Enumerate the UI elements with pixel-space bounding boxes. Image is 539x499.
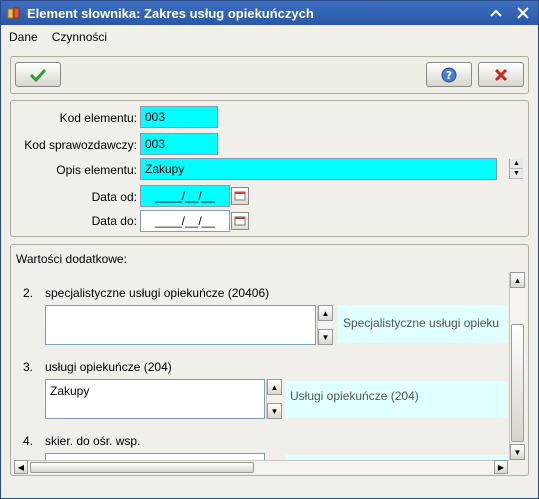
extra-item-value-input[interactable] — [45, 305, 316, 345]
extra-item-description: Specjalistyczne usługi opieku — [338, 305, 508, 343]
scroll-down-icon[interactable]: ▼ — [510, 444, 525, 460]
checkmark-icon — [29, 68, 47, 82]
help-icon: ? — [441, 67, 457, 82]
kod-elementu-label: Kod elementu: — [59, 111, 137, 125]
help-button[interactable]: ? — [426, 62, 472, 87]
scrollbar-thumb[interactable] — [511, 324, 524, 442]
title-bar[interactable]: Element słownika: Zakres usług opiekuńcz… — [1, 1, 538, 25]
save-button[interactable] — [15, 62, 61, 87]
calendar-icon — [234, 191, 246, 201]
extra-item-number: 4. — [23, 434, 34, 448]
extra-item-value-input[interactable]: Zakupy — [45, 379, 265, 419]
panel-vertical-scrollbar[interactable]: ▲ ▼ — [509, 272, 525, 460]
opis-elementu-input[interactable]: Zakupy — [140, 158, 497, 180]
menu-bar: Dane Czynności — [1, 26, 538, 48]
scroll-up-icon[interactable]: ▲ — [510, 272, 525, 288]
form-panel: Kod elementu: 003 Kod sprawozdawczy: 003… — [10, 100, 529, 237]
svg-text:?: ? — [446, 69, 452, 82]
kod-sprawozdawczy-label: Kod sprawozdawczy: — [24, 138, 137, 152]
window-title: Element słownika: Zakres usług opiekuńcz… — [27, 5, 314, 21]
app-icon — [7, 7, 20, 19]
collapse-button[interactable] — [484, 3, 508, 23]
spin-down-icon[interactable]: ▼ — [510, 169, 523, 179]
extra-item-number: 2. — [23, 286, 34, 300]
data-do-label: Data do: — [91, 214, 137, 228]
extra-values-panel: Wartości dodatkowe: 2. specjalistyczne u… — [10, 244, 529, 476]
extra-item-label: usługi opiekuńcze (204) — [45, 360, 172, 374]
scroll-up-icon[interactable]: ▲ — [267, 379, 282, 395]
menu-dane[interactable]: Dane — [1, 30, 44, 44]
scroll-right-icon[interactable]: ▶ — [494, 460, 508, 474]
data-do-input[interactable]: ____/__/__ — [140, 210, 230, 232]
scroll-down-icon[interactable]: ▼ — [318, 329, 333, 345]
kod-sprawozdawczy-input[interactable]: 003 — [140, 133, 218, 155]
data-od-input[interactable]: ____/__/__ — [140, 185, 230, 207]
extra-item-description: Usługi opiekuńcze (204) — [285, 381, 508, 418]
close-icon — [517, 7, 529, 19]
data-od-calendar-button[interactable] — [231, 187, 249, 205]
scroll-left-icon[interactable]: ◀ — [14, 460, 28, 474]
scrollbar-thumb[interactable] — [30, 462, 254, 473]
dialog-window: Element słownika: Zakres usług opiekuńcz… — [0, 0, 539, 499]
toolbar: ? — [10, 56, 529, 94]
cancel-button[interactable] — [478, 62, 524, 87]
cancel-x-icon — [494, 68, 508, 81]
extra-item-label: specjalistyczne usługi opiekuńcze (20406… — [45, 286, 270, 300]
scroll-up-icon[interactable]: ▲ — [318, 305, 333, 321]
data-od-label: Data od: — [91, 190, 137, 204]
extra-item-scrollbar[interactable]: ▲ ▼ — [317, 305, 333, 345]
data-do-calendar-button[interactable] — [231, 212, 249, 230]
opis-spinner[interactable]: ▲ ▼ — [509, 159, 523, 179]
close-window-button[interactable] — [511, 3, 535, 23]
menu-czynnosci[interactable]: Czynności — [44, 30, 113, 44]
extra-item-number: 3. — [23, 360, 34, 374]
opis-elementu-label: Opis elementu: — [56, 163, 137, 177]
scroll-down-icon[interactable]: ▼ — [267, 403, 282, 419]
panel-horizontal-scrollbar[interactable]: ◀ ▶ — [14, 460, 509, 474]
calendar-icon — [234, 216, 246, 226]
extra-item-scrollbar[interactable]: ▲ ▼ — [266, 379, 282, 419]
extra-values-title: Wartości dodatkowe: — [16, 252, 127, 266]
extra-item-label: skier. do ośr. wsp. — [45, 434, 141, 448]
spin-up-icon[interactable]: ▲ — [510, 159, 523, 169]
chevron-up-icon — [490, 9, 502, 17]
kod-elementu-input[interactable]: 003 — [140, 106, 218, 128]
